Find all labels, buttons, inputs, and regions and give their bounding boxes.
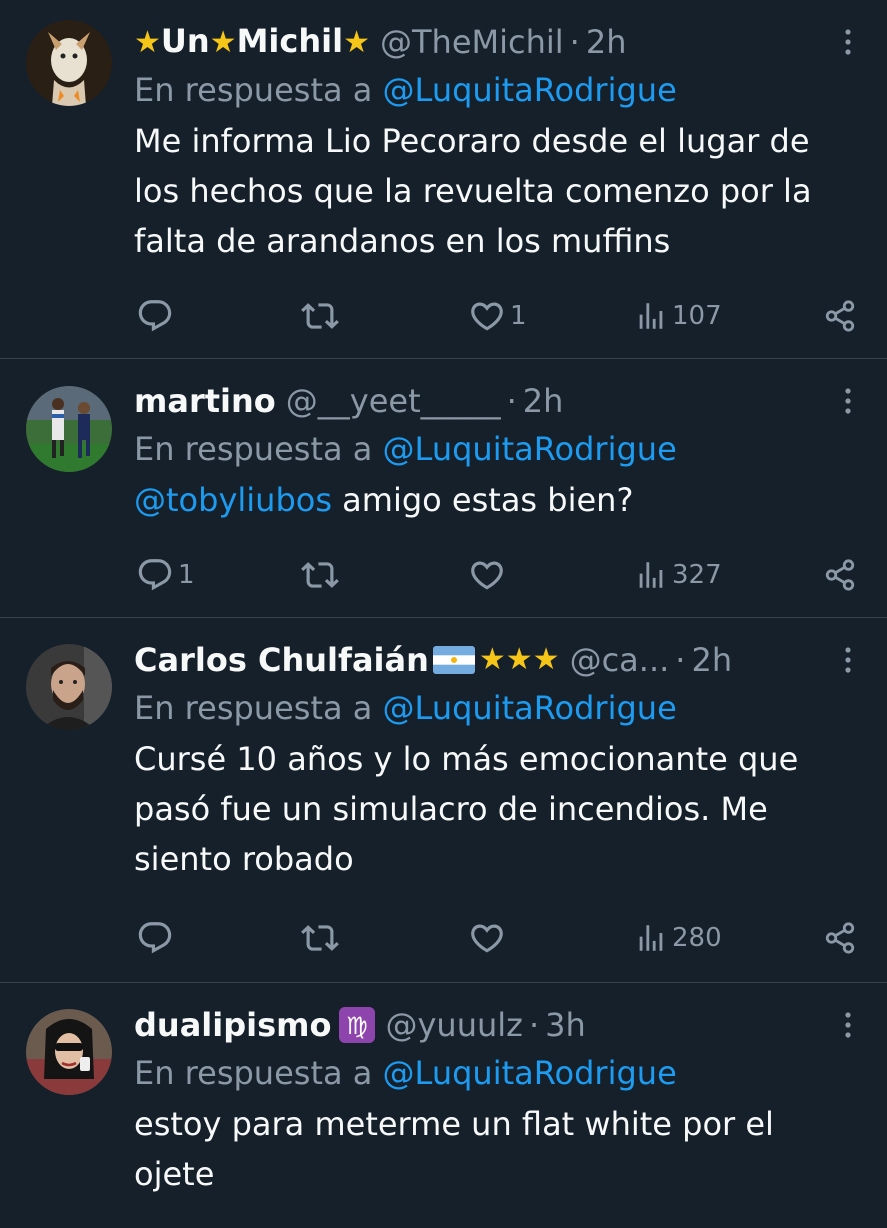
like-button[interactable]: 1 <box>468 297 527 335</box>
display-name-part: Un <box>160 22 210 60</box>
reply-feed: ★Un★Michil★ @TheMichil · 2h En respuesta… <box>0 0 887 1228</box>
user-handle[interactable]: @TheMichil <box>380 20 564 64</box>
retweet-button[interactable] <box>301 919 343 957</box>
tweet-actions: 280 <box>134 918 857 958</box>
tweet-header: Carlos Chulfaián ★★★ @ca... · 2h <box>134 638 863 682</box>
avatar[interactable] <box>26 20 112 106</box>
separator-dot: · <box>675 641 686 679</box>
virgo-sign-glyph: ♍ <box>347 1012 369 1040</box>
like-icon <box>468 919 506 957</box>
reply-button[interactable] <box>136 919 178 957</box>
retweet-button[interactable] <box>301 297 343 335</box>
more-icon[interactable] <box>833 638 863 682</box>
reply-context: En respuesta a @LuquitaRodrigue <box>134 1047 863 1099</box>
tweet-text: Cursé 10 años y lo más emocionante que p… <box>134 740 799 878</box>
like-icon <box>468 297 506 335</box>
views-icon <box>634 558 668 592</box>
tweet-actions: 1 327 <box>134 555 857 595</box>
retweet-button[interactable] <box>301 556 343 594</box>
reply-mention-link[interactable]: @LuquitaRodrigue <box>383 71 677 109</box>
like-button[interactable] <box>468 556 510 594</box>
more-icon[interactable] <box>833 20 863 64</box>
views-button[interactable]: 327 <box>634 558 722 592</box>
text-mention-link[interactable]: @tobyliubos <box>134 481 332 519</box>
tweet-text: Me informa Lio Pecoraro desde el lugar d… <box>134 122 812 260</box>
reply-button[interactable] <box>136 297 178 335</box>
avatar[interactable] <box>26 386 112 472</box>
tweet[interactable]: dualipismo ♍ @yuuulz · 3h En respuesta a… <box>0 983 887 1228</box>
avatar[interactable] <box>26 1009 112 1095</box>
display-name[interactable]: martino <box>134 379 276 423</box>
retweet-icon <box>301 297 339 335</box>
star-emoji: ★★★ <box>478 642 560 677</box>
reply-context: En respuesta a @LuquitaRodrigue <box>134 423 863 475</box>
separator-dot: · <box>528 1006 540 1044</box>
share-button[interactable] <box>823 299 857 333</box>
tweet-header: ★Un★Michil★ @TheMichil · 2h <box>134 20 863 64</box>
separator-dot: · <box>506 382 517 420</box>
reply-icon <box>136 919 174 957</box>
separator-dot: · <box>569 23 580 61</box>
reply-mention-link[interactable]: @LuquitaRodrigue <box>383 689 677 727</box>
reply-prefix: En respuesta a <box>134 430 373 468</box>
reply-context: En respuesta a @LuquitaRodrigue <box>134 682 863 734</box>
like-icon <box>468 556 506 594</box>
display-name-part: Michil <box>236 22 344 60</box>
avatar[interactable] <box>26 644 112 730</box>
timestamp[interactable]: 2h <box>586 20 627 64</box>
share-icon <box>823 921 857 955</box>
retweet-icon <box>301 919 339 957</box>
reply-icon <box>136 297 174 335</box>
timestamp[interactable]: 2h <box>523 379 564 423</box>
display-name[interactable]: ★Un★Michil★ <box>134 19 370 65</box>
tweet-actions: 1 107 <box>134 296 857 336</box>
retweet-icon <box>301 556 339 594</box>
views-icon <box>634 299 668 333</box>
views-count: 107 <box>672 301 722 331</box>
views-button[interactable]: 107 <box>634 299 722 333</box>
timestamp[interactable]: 3h <box>545 1003 586 1047</box>
tweet-text: @tobyliubos amigo estas bien? <box>134 475 863 525</box>
timestamp[interactable]: 2h <box>691 638 732 682</box>
star-emoji: ★ <box>343 25 370 60</box>
star-emoji: ★ <box>209 25 237 60</box>
share-icon <box>823 558 857 592</box>
tweet[interactable]: Carlos Chulfaián ★★★ @ca... · 2h En resp… <box>0 618 887 983</box>
views-count: 327 <box>672 560 722 590</box>
display-name[interactable]: dualipismo <box>134 1003 331 1047</box>
share-button[interactable] <box>823 558 857 592</box>
reply-mention-link[interactable]: @LuquitaRodrigue <box>383 1054 677 1092</box>
views-count: 280 <box>672 923 722 953</box>
reply-mention-link[interactable]: @LuquitaRodrigue <box>383 430 677 468</box>
more-icon[interactable] <box>833 379 863 423</box>
views-icon <box>634 921 668 955</box>
share-button[interactable] <box>823 921 857 955</box>
reply-count: 1 <box>178 560 195 590</box>
like-count: 1 <box>510 301 527 331</box>
reply-prefix: En respuesta a <box>134 689 373 727</box>
reply-context: En respuesta a @LuquitaRodrigue <box>134 64 863 116</box>
user-handle[interactable]: @yuuulz <box>385 1003 522 1047</box>
tweet-text: estoy para meterme un flat white por el … <box>134 1105 774 1193</box>
user-handle[interactable]: @__yeet_____ <box>286 379 501 423</box>
reply-prefix: En respuesta a <box>134 1054 373 1092</box>
tweet[interactable]: martino @__yeet_____ · 2h En respuesta a… <box>0 359 887 618</box>
views-button[interactable]: 280 <box>634 921 722 955</box>
reply-icon <box>136 556 174 594</box>
user-handle[interactable]: @ca... <box>570 638 670 682</box>
reply-prefix: En respuesta a <box>134 71 373 109</box>
share-icon <box>823 299 857 333</box>
star-emoji: ★ <box>134 25 161 60</box>
reply-button[interactable]: 1 <box>136 556 195 594</box>
argentina-flag-icon <box>432 646 475 674</box>
more-icon[interactable] <box>833 1003 863 1047</box>
tweet-header: martino @__yeet_____ · 2h <box>134 379 863 423</box>
tweet-text-body: amigo estas bien? <box>332 481 634 519</box>
tweet[interactable]: ★Un★Michil★ @TheMichil · 2h En respuesta… <box>0 0 887 359</box>
display-name[interactable]: Carlos Chulfaián <box>134 638 429 682</box>
like-button[interactable] <box>468 919 510 957</box>
tweet-header: dualipismo ♍ @yuuulz · 3h <box>134 1003 863 1047</box>
virgo-sign-icon: ♍ <box>339 1007 376 1043</box>
